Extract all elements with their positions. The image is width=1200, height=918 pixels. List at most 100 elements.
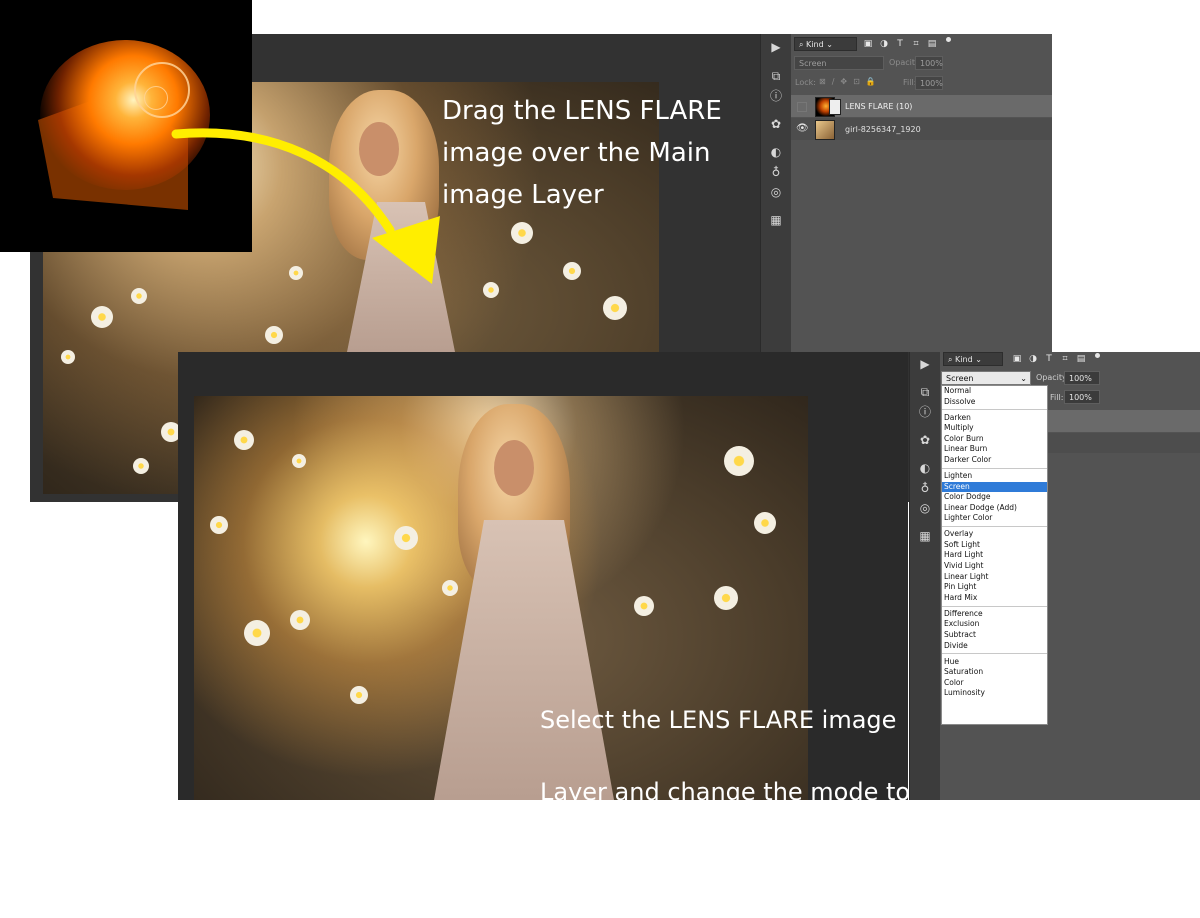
shape-filter-icon[interactable]: ⌗ [1060, 354, 1070, 364]
play-icon[interactable]: ▶ [910, 354, 940, 374]
blend-mode-option[interactable]: Linear Dodge (Add) [942, 503, 1047, 514]
layer-row-girl[interactable] [1046, 433, 1200, 453]
blend-mode-option[interactable]: Soft Light [942, 540, 1047, 551]
daisy [350, 686, 368, 704]
grid-icon[interactable]: ▦ [910, 526, 940, 546]
bulb-icon[interactable]: ♁ [910, 478, 940, 498]
visibility-toggle[interactable] [797, 102, 807, 112]
fill-field[interactable]: 100% [1064, 390, 1100, 404]
kind-label: Kind [955, 355, 973, 364]
blend-mode-option[interactable]: Subtract [942, 630, 1047, 641]
menu-separator [942, 467, 1047, 469]
blend-mode-option[interactable]: Dissolve [942, 397, 1047, 408]
chevron-down-icon: ⌄ [1020, 374, 1027, 383]
lock-icons[interactable]: ⊠∕✥⊡🔒 [819, 77, 882, 86]
adjust-filter-icon[interactable]: ◑ [1028, 354, 1038, 364]
adjustments-icon[interactable]: ◐ [910, 458, 940, 478]
eye-icon[interactable]: 👁 [796, 123, 809, 134]
palette-icon[interactable]: ✿ [761, 114, 791, 134]
blend-mode-option[interactable]: Color Dodge [942, 492, 1047, 503]
layer-row-lens-flare[interactable] [1046, 410, 1200, 432]
daisy [714, 586, 738, 610]
blend-mode-option[interactable]: Hard Light [942, 550, 1047, 561]
kind-filter[interactable]: ⌕ Kind ⌄ [794, 37, 857, 51]
tools-strip-bottom: ▶ ⧉ ⓘ ✿ ◐ ♁ ◎ ▦ [909, 352, 941, 800]
blend-mode-option[interactable]: Lighten [942, 471, 1047, 482]
pixel-filter-icon[interactable]: ▣ [1012, 354, 1022, 364]
blend-mode-option[interactable]: Hard Mix [942, 593, 1047, 604]
swirl-icon[interactable]: ◎ [910, 498, 940, 518]
opacity-field[interactable]: 100% [915, 56, 943, 70]
blend-mode-option[interactable]: Overlay [942, 529, 1047, 540]
swirl-icon[interactable]: ◎ [761, 182, 791, 202]
pixel-filter-icon[interactable]: ▣ [863, 39, 873, 49]
daisy [634, 596, 654, 616]
blend-mode-option[interactable]: Divide [942, 641, 1047, 652]
blend-mode-option[interactable]: Linear Burn [942, 444, 1047, 455]
blend-mode-option[interactable]: Luminosity [942, 688, 1047, 699]
blend-mode-option[interactable]: Linear Light [942, 572, 1047, 583]
smart-filter-icon[interactable]: ▤ [927, 39, 937, 49]
tools-strip-top: ▶ ⧉ ⓘ ✿ ◐ ♁ ◎ ▦ [760, 34, 792, 352]
blend-mode-value: Screen [946, 374, 974, 383]
adjustments-icon[interactable]: ◐ [761, 142, 791, 162]
type-filter-icon[interactable]: T [1044, 354, 1054, 364]
girl-face [494, 440, 534, 496]
info-icon[interactable]: ⓘ [910, 402, 940, 422]
instruction-step2: Select the LENS FLARE image Layer and ch… [540, 666, 940, 918]
menu-separator [942, 409, 1047, 411]
blend-mode-option[interactable]: Vivid Light [942, 561, 1047, 572]
blend-mode-option[interactable]: Color Burn [942, 434, 1047, 445]
daisy [210, 516, 228, 534]
blend-mode-dropdown[interactable]: Screen [794, 56, 884, 70]
blend-mode-option[interactable]: Exclusion [942, 619, 1047, 630]
layer-row-girl[interactable]: 👁 girl-8256347_1920 [791, 118, 1052, 140]
adjust-filter-icon[interactable]: ◑ [879, 39, 889, 49]
play-icon[interactable]: ▶ [761, 37, 791, 57]
smart-object-icon [829, 99, 841, 115]
blend-mode-option[interactable]: Darker Color [942, 455, 1047, 466]
menu-separator [942, 653, 1047, 655]
blend-mode-option[interactable]: Normal [942, 386, 1047, 397]
daisy [234, 430, 254, 450]
layers-panel-top: ⌕ Kind ⌄ ▣ ◑ T ⌗ ▤ Screen Opacity: 100% … [791, 34, 1052, 352]
fill-field[interactable]: 100% [915, 76, 943, 90]
shape-filter-icon[interactable]: ⌗ [911, 39, 921, 49]
blend-mode-option[interactable]: Hue [942, 657, 1047, 668]
layer-thumbnail [815, 120, 835, 140]
daisy [244, 620, 270, 646]
blend-mode-option[interactable]: Pin Light [942, 582, 1047, 593]
kind-label: Kind [806, 40, 824, 49]
blend-mode-list: Normal Dissolve Darken Multiply Color Burn Li… [942, 386, 1047, 699]
blend-mode-option[interactable]: Screen [942, 481, 1047, 493]
fill-label: Fill: [1050, 393, 1064, 402]
daisy [292, 454, 306, 468]
lock-label: Lock: [795, 78, 816, 87]
layer-row-lens-flare[interactable]: LENS FLARE (10) [791, 95, 1052, 117]
info-icon[interactable]: ⓘ [761, 86, 791, 106]
menu-separator [942, 605, 1047, 607]
kind-filter[interactable]: ⌕ Kind ⌄ [943, 352, 1003, 366]
daisy [754, 512, 776, 534]
blend-mode-option[interactable]: Multiply [942, 423, 1047, 434]
instruction-step1: Drag the LENS FLARE image over the Main … [442, 96, 722, 210]
type-filter-icon[interactable]: T [895, 39, 905, 49]
bulb-icon[interactable]: ♁ [761, 162, 791, 182]
grid-icon[interactable]: ▦ [761, 210, 791, 230]
palette-icon[interactable]: ✿ [910, 430, 940, 450]
history-icon[interactable]: ⧉ [910, 382, 940, 402]
opacity-field[interactable]: 100% [1064, 371, 1100, 385]
blend-mode-option[interactable]: Difference [942, 609, 1047, 620]
menu-separator [942, 526, 1047, 528]
blend-mode-option[interactable]: Darken [942, 413, 1047, 424]
blend-mode-option[interactable]: Saturation [942, 667, 1047, 678]
smart-filter-icon[interactable]: ▤ [1076, 354, 1086, 364]
blend-mode-option[interactable]: Lighter Color [942, 513, 1047, 524]
filter-toggle-icon[interactable] [946, 37, 951, 42]
blend-mode-option[interactable]: Color [942, 678, 1047, 689]
history-icon[interactable]: ⧉ [761, 66, 791, 86]
blend-mode-dropdown-open[interactable]: Screen ⌄ [941, 371, 1031, 385]
daisy [394, 526, 418, 550]
filter-toggle-icon[interactable] [1095, 353, 1100, 358]
blend-mode-menu[interactable]: Normal Dissolve Darken Multiply Color Burn Li… [941, 385, 1048, 725]
